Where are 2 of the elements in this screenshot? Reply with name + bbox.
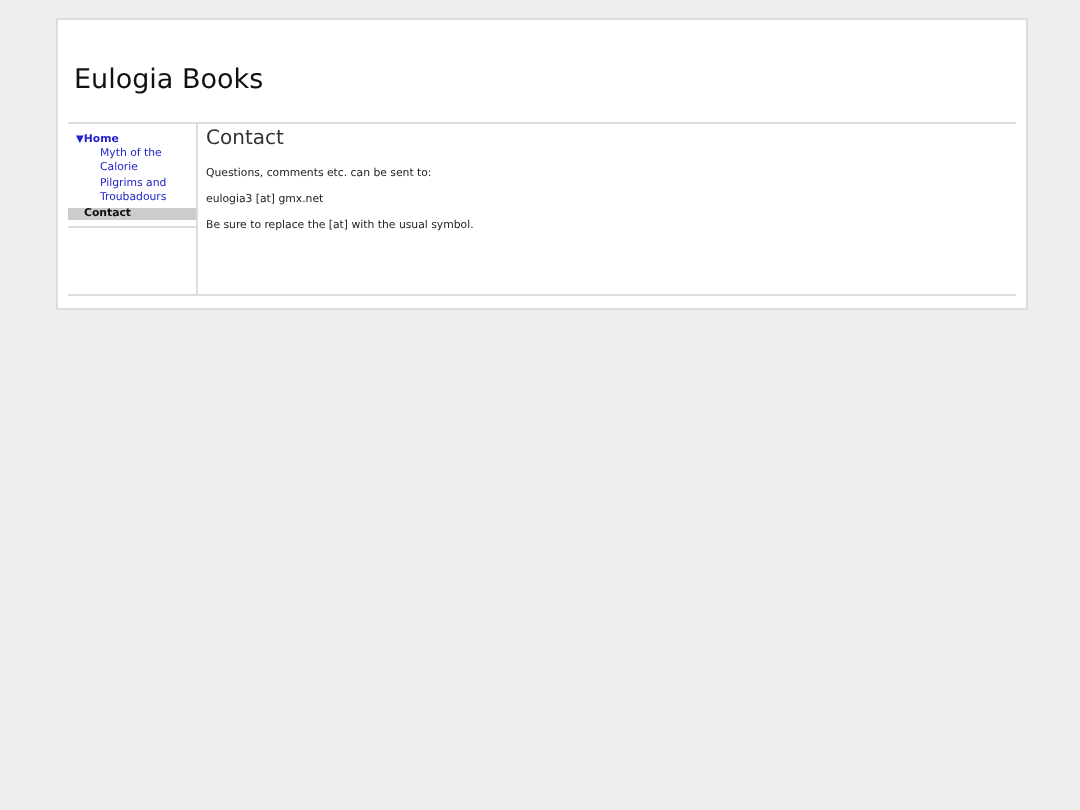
site-title: Eulogia Books <box>72 62 266 100</box>
page-heading: Contact <box>206 128 286 150</box>
